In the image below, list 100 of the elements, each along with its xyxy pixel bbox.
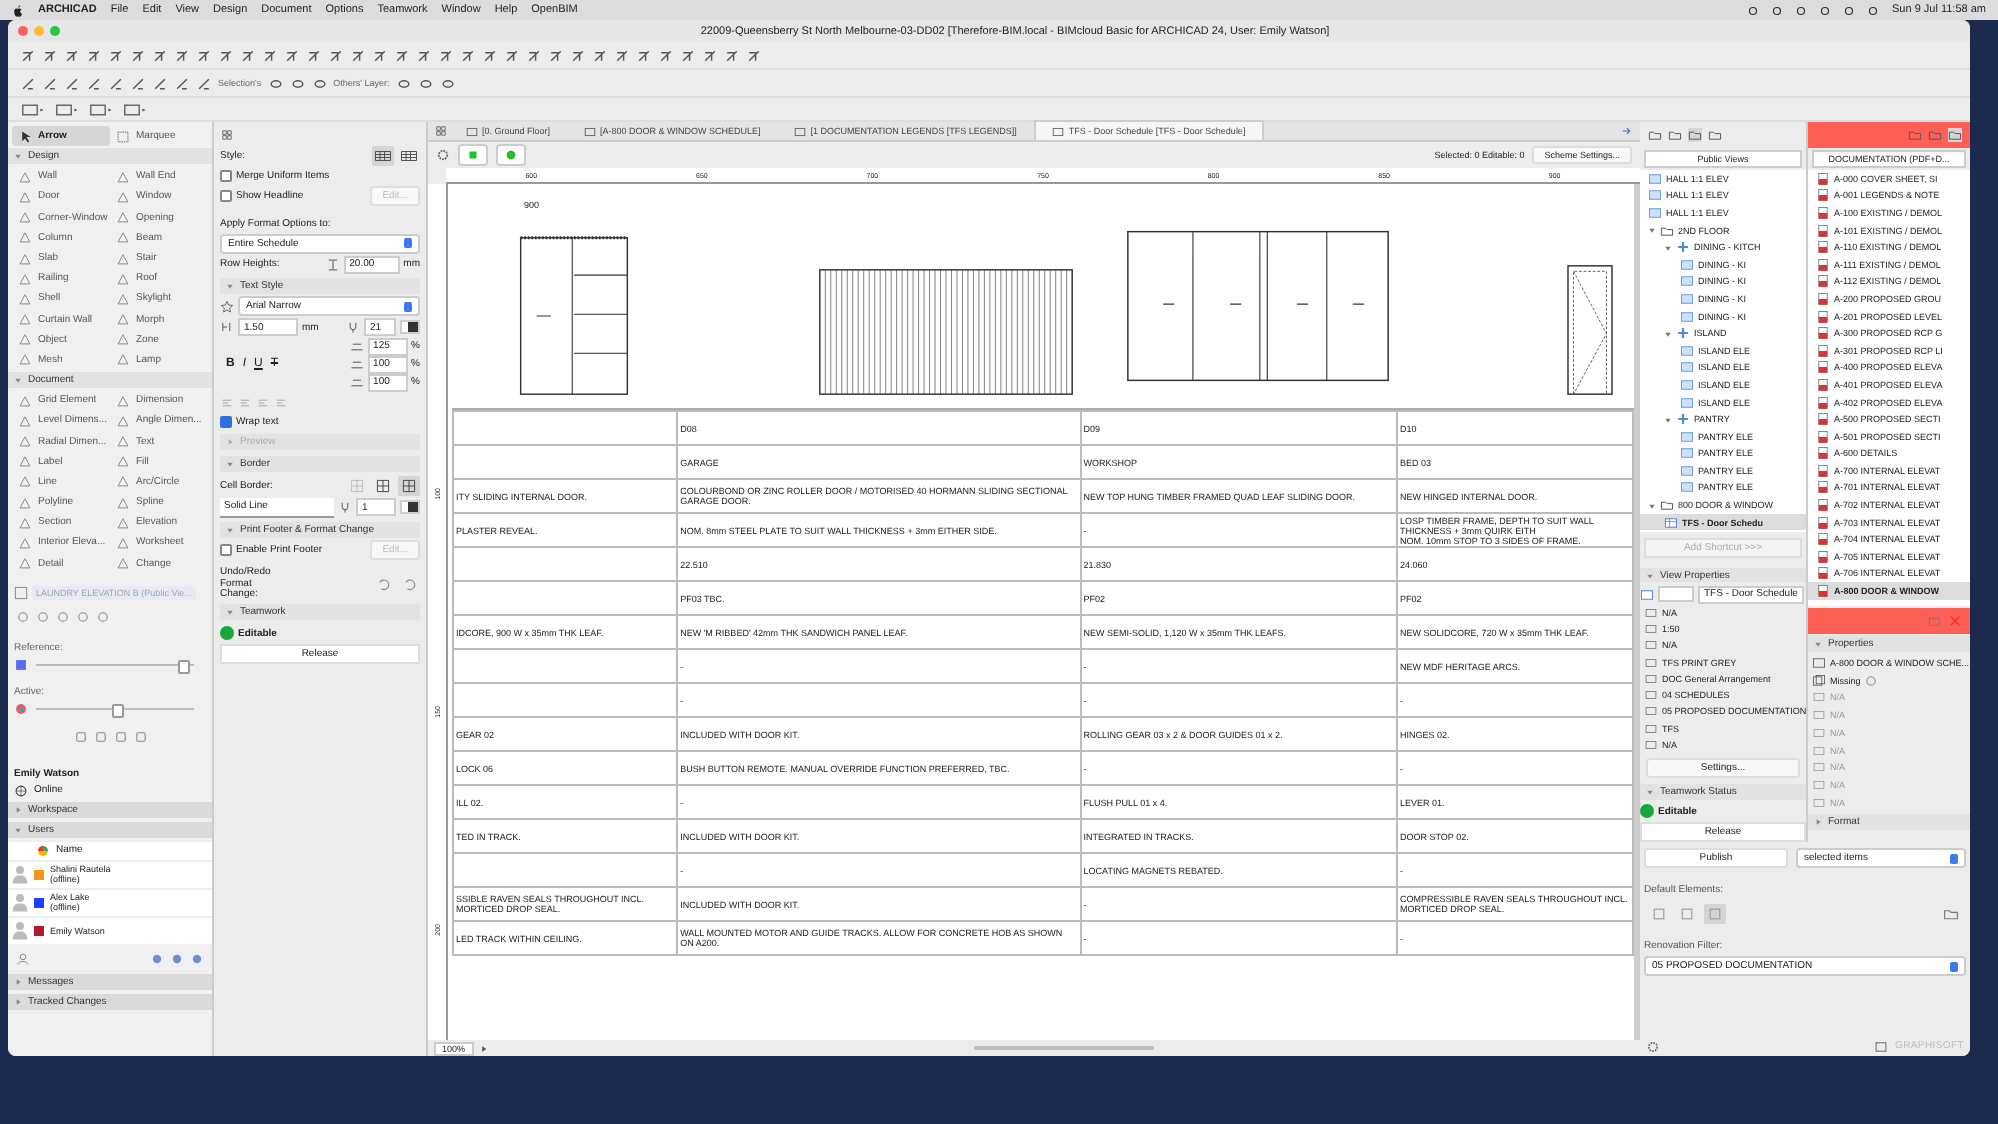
toolbar-icon[interactable] — [416, 47, 432, 63]
toolbar-icon[interactable] — [504, 47, 520, 63]
toolbar-icon[interactable] — [196, 75, 212, 91]
status-icon[interactable] — [1796, 5, 1807, 15]
toolbar-icon[interactable] — [86, 75, 102, 91]
settings-icon[interactable] — [1646, 1039, 1660, 1053]
checkbox[interactable] — [220, 190, 232, 203]
tab-list-icon[interactable] — [1620, 124, 1634, 138]
toolbar-icon[interactable] — [196, 47, 212, 63]
scrollbar[interactable] — [974, 1046, 1155, 1050]
folder-icon[interactable] — [1708, 128, 1722, 142]
toolbar-icon[interactable] — [152, 47, 168, 63]
toolbar-icon[interactable] — [20, 101, 48, 117]
toolbar-icon[interactable] — [174, 47, 190, 63]
toolbar-icon[interactable] — [702, 47, 718, 63]
toolbar-icon[interactable] — [614, 47, 630, 63]
toolbar-icon[interactable] — [218, 47, 234, 63]
toolbar-icon[interactable] — [724, 47, 740, 63]
border-grid-icon[interactable] — [372, 475, 394, 496]
toolbar-icon[interactable] — [526, 47, 542, 63]
status-icon[interactable] — [1748, 5, 1759, 15]
toolbar-icon[interactable] — [108, 75, 124, 91]
folder-icon[interactable] — [1948, 128, 1962, 142]
toolbar-icon[interactable] — [64, 75, 80, 91]
toolbar-icon[interactable] — [328, 47, 344, 63]
folder-icon[interactable] — [1688, 128, 1702, 142]
toolbar-icon[interactable] — [394, 47, 410, 63]
status-icon[interactable] — [1844, 5, 1855, 15]
table-style-icon[interactable] — [372, 145, 394, 166]
grid-icon[interactable] — [220, 128, 234, 142]
scale-icon — [349, 357, 364, 372]
grid-icon[interactable] — [434, 124, 448, 138]
master-layout-icon — [1812, 673, 1826, 688]
folder-icon[interactable] — [1940, 904, 1962, 924]
pen-icon — [338, 500, 352, 515]
settings-icon[interactable] — [436, 148, 450, 162]
toolbar-icon[interactable] — [54, 101, 82, 117]
folder-icon — [1660, 498, 1674, 513]
status-icon[interactable] — [1820, 5, 1831, 15]
toolbar-icon[interactable] — [262, 47, 278, 63]
toolbar-icon[interactable] — [86, 47, 102, 63]
toolbar-icon[interactable] — [42, 75, 58, 91]
toolbar-icon[interactable] — [122, 101, 150, 117]
gear-icon — [504, 148, 518, 162]
view-icon — [584, 125, 597, 137]
toolbar-icon[interactable] — [746, 47, 762, 63]
color-wheel-icon[interactable] — [14, 701, 28, 716]
toolbar-icon[interactable] — [306, 47, 322, 63]
star-icon[interactable] — [220, 299, 234, 314]
user-icon[interactable] — [16, 951, 30, 966]
window-icon[interactable] — [1874, 1039, 1889, 1053]
cross-icon — [1676, 326, 1690, 341]
toolbar-icon[interactable] — [680, 47, 696, 63]
toolbar-icon[interactable] — [20, 47, 36, 63]
status-icon[interactable] — [1868, 5, 1879, 15]
square-icon[interactable] — [14, 657, 28, 672]
layout-icon — [1812, 656, 1826, 671]
toolbar-icon[interactable] — [130, 47, 146, 63]
toolbar-icon[interactable] — [570, 47, 586, 63]
checkbox[interactable] — [220, 170, 232, 183]
slider-thumb[interactable] — [178, 659, 191, 674]
folder-icon — [1660, 223, 1674, 238]
toolbar-icon[interactable] — [42, 47, 58, 63]
toolbar-icon[interactable] — [658, 47, 674, 63]
apple-logo-icon[interactable] — [12, 3, 24, 17]
checkbox[interactable] — [220, 416, 232, 429]
toolbar-icon[interactable] — [88, 101, 116, 117]
text-size-icon — [220, 320, 234, 335]
avatar-silhouette-icon — [12, 920, 28, 941]
checkbox[interactable] — [220, 544, 232, 557]
id-field[interactable] — [1658, 586, 1694, 603]
pen-swatch[interactable] — [400, 500, 420, 515]
toolbar-icon[interactable] — [548, 47, 564, 63]
pen-swatch[interactable] — [400, 320, 420, 335]
scale-icon — [349, 339, 364, 354]
square-icon — [466, 148, 480, 162]
toolbar-icon[interactable] — [636, 47, 652, 63]
pen-icon — [346, 320, 360, 335]
toolbar-icon[interactable] — [174, 75, 190, 91]
toolbar-icon[interactable] — [438, 47, 454, 63]
toolbar-icon[interactable] — [130, 75, 146, 91]
slider-thumb[interactable] — [111, 703, 123, 718]
table-style-icon[interactable] — [398, 145, 420, 166]
toolbar-icon[interactable] — [482, 47, 498, 63]
toolbar-icon[interactable] — [350, 47, 366, 63]
select-element-button[interactable] — [496, 144, 526, 166]
toolbar-icon[interactable] — [152, 75, 168, 91]
toolbar-icon[interactable] — [240, 47, 256, 63]
scale-icon — [349, 375, 364, 390]
toolbar-icon[interactable] — [592, 47, 608, 63]
row-height-icon — [325, 257, 340, 272]
toolbar-icon[interactable] — [20, 75, 36, 91]
border-grid-icon[interactable] — [398, 475, 420, 496]
toolbar-icon[interactable] — [460, 47, 476, 63]
toolbar-icon[interactable] — [372, 47, 388, 63]
toolbar-icon[interactable] — [108, 47, 124, 63]
toolbar-icon[interactable] — [284, 47, 300, 63]
toolbar-icon[interactable] — [64, 47, 80, 63]
view-icon — [466, 125, 478, 137]
status-icon[interactable] — [1772, 5, 1783, 15]
